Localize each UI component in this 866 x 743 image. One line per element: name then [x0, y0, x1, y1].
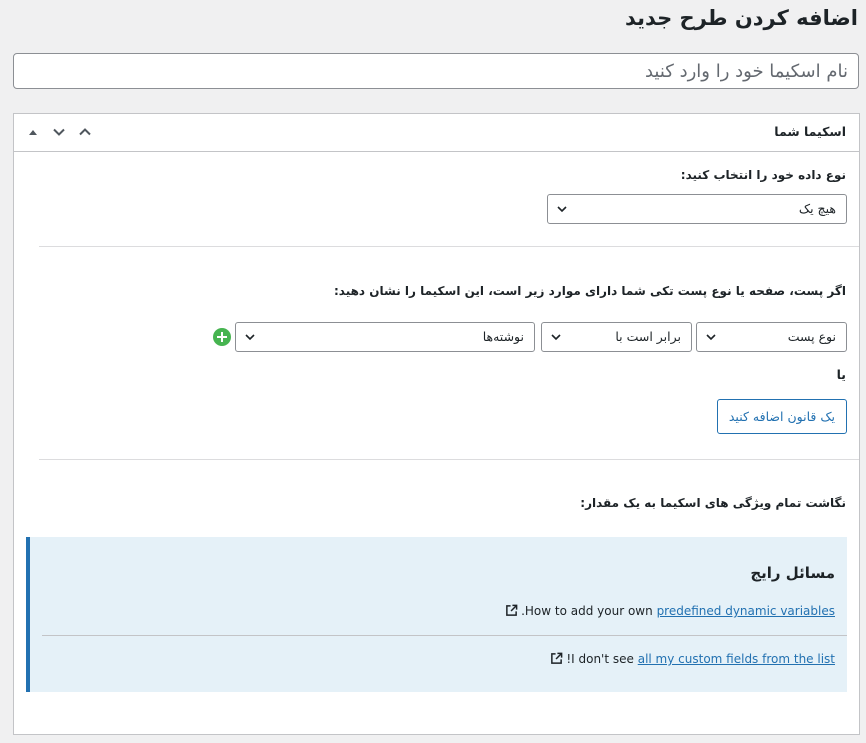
chevron-down-icon: [557, 206, 567, 213]
add-rule-button[interactable]: یک قانون اضافه کنید: [716, 399, 847, 434]
postbox-title: اسکیما شما: [774, 124, 846, 139]
plus-circle-icon[interactable]: [213, 328, 231, 346]
section-divider: [39, 246, 859, 247]
or-label: یا: [836, 367, 846, 382]
section-divider: [39, 459, 859, 460]
triangle-up-icon: [29, 130, 37, 135]
predefined-variables-link[interactable]: predefined dynamic variables: [657, 604, 835, 618]
chevron-down-icon: [53, 128, 65, 136]
custom-fields-link[interactable]: all my custom fields from the list: [638, 652, 835, 666]
page-title: اضافه کردن طرح جدید: [624, 6, 858, 30]
external-link-icon: [506, 604, 518, 616]
external-link-icon: [551, 652, 563, 664]
data-type-select[interactable]: هیچ یک: [547, 194, 847, 224]
rule-value-value: نوشته‌ها: [482, 329, 524, 344]
notice-row-text: How to add your own: [524, 604, 653, 618]
toggle-panel-button[interactable]: [22, 120, 44, 144]
schema-postbox: اسکیما شما نوع داده خود را انتخاب کنید: …: [13, 113, 860, 735]
chevron-down-icon: [706, 334, 716, 341]
data-type-label: نوع داده خود را انتخاب کنید:: [680, 168, 846, 182]
map-properties-label: نگاشت تمام ویژگی های اسکیما به یک مقدار:: [580, 496, 846, 510]
move-up-button[interactable]: [74, 120, 96, 144]
data-type-value: هیچ یک: [798, 201, 836, 216]
common-issues-notice: مسائل رایج .How to add your own predefin…: [26, 537, 847, 692]
notice-row-variables: .How to add your own predefined dynamic …: [505, 604, 835, 618]
rule-param-select[interactable]: نوع پست: [696, 322, 847, 352]
chevron-down-icon: [551, 334, 561, 341]
notice-divider: [42, 635, 847, 636]
rule-operator-select[interactable]: برابر است با: [541, 322, 692, 352]
notice-title: مسائل رایج: [750, 564, 835, 582]
location-rules-label: اگر پست، صفحه یا نوع پست تکی شما دارای م…: [333, 284, 846, 298]
handle-actions: [22, 120, 96, 144]
rule-value-select[interactable]: نوشته‌ها: [235, 322, 535, 352]
chevron-down-icon: [245, 334, 255, 341]
postbox-header: اسکیما شما: [14, 114, 859, 152]
rule-param-value: نوع پست: [787, 329, 836, 344]
notice-row-custom-fields: !I don't see all my custom fields from t…: [550, 652, 835, 666]
schema-name-input[interactable]: [13, 53, 859, 89]
rule-operator-value: برابر است با: [615, 329, 681, 344]
chevron-up-icon: [79, 128, 91, 136]
notice-row-text: I don't see: [571, 652, 634, 666]
move-down-button[interactable]: [48, 120, 70, 144]
